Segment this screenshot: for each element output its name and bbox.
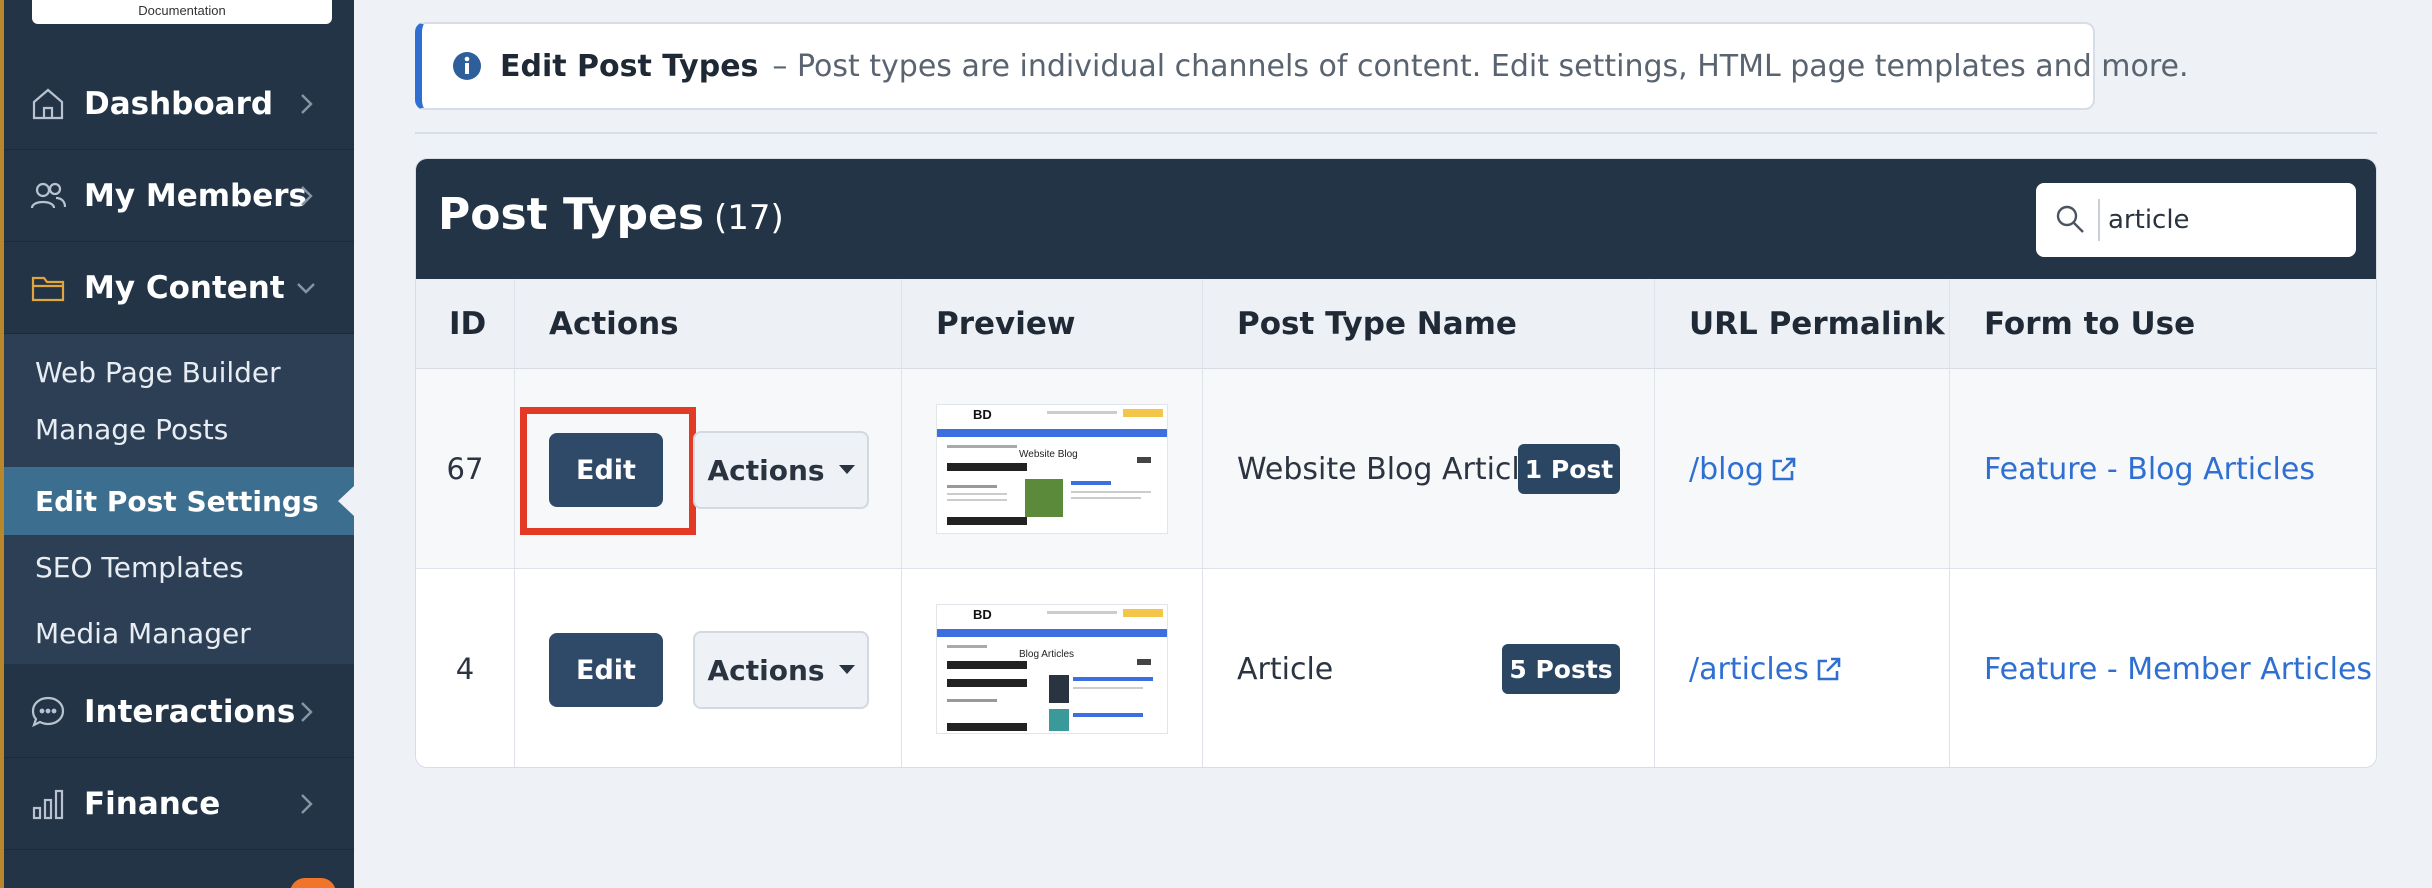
notification-badge xyxy=(290,878,336,888)
banner-text: – Post types are individual channels of … xyxy=(772,48,2189,84)
actions-label: Actions xyxy=(707,653,825,687)
chevron-right-icon xyxy=(294,790,318,818)
form-link[interactable]: Feature - Blog Articles xyxy=(1984,369,2315,569)
column-divider xyxy=(901,279,902,767)
submenu-item-manage-posts[interactable]: Manage Posts xyxy=(4,401,354,457)
table-row: 4 Edit Actions BD Blog Articles Article … xyxy=(416,569,2376,767)
post-count-badge[interactable]: 5 Posts xyxy=(1502,644,1620,694)
search-box[interactable] xyxy=(2036,183,2356,257)
logo-text: Documentation xyxy=(138,3,226,18)
column-divider xyxy=(514,279,515,767)
sidebar-item-label: My Members xyxy=(84,177,307,214)
search-icon xyxy=(2054,203,2086,235)
chevron-right-icon xyxy=(294,182,318,210)
submenu-item-label: Media Manager xyxy=(35,616,251,650)
column-header-url-permalink[interactable]: URL Permalink xyxy=(1689,279,1945,369)
post-type-count: (17) xyxy=(714,198,784,238)
svg-text:BD: BD xyxy=(973,607,992,622)
caret-down-icon xyxy=(838,465,855,475)
sidebar-item-label: Interactions xyxy=(84,693,296,730)
external-link-icon xyxy=(1770,455,1798,483)
row-id: 4 xyxy=(455,652,475,686)
submenu-item-seo-templates[interactable]: SEO Templates xyxy=(4,539,354,595)
column-header-actions: Actions xyxy=(549,306,679,342)
users-icon xyxy=(30,178,67,214)
form-link[interactable]: Feature - Member Articles xyxy=(1984,569,2372,767)
permalink-link[interactable]: /articles xyxy=(1689,569,1843,767)
submenu-item-web-page-builder[interactable]: Web Page Builder xyxy=(4,344,354,400)
submenu-item-label: Web Page Builder xyxy=(35,355,281,389)
post-type-name: Website Blog Article xyxy=(1237,451,1539,487)
post-types-panel: Post Types(17) ID Actions Preview Post T… xyxy=(415,158,2377,768)
post-type-name: Article xyxy=(1237,651,1334,687)
preview-heading: Blog Articles xyxy=(1019,649,1074,660)
submenu-item-label: Manage Posts xyxy=(35,412,229,446)
sidebar-item-my-content[interactable]: My Content xyxy=(4,242,354,334)
submenu-item-edit-post-settings[interactable]: Edit Post Settings xyxy=(4,467,354,535)
submenu-item-label: Edit Post Settings xyxy=(35,484,319,518)
table-header: ID Actions Preview Post Type Name URL Pe… xyxy=(416,279,2376,369)
svg-text:BD: BD xyxy=(973,407,992,422)
column-divider xyxy=(1949,279,1950,767)
column-divider xyxy=(1654,279,1655,767)
post-count-badge[interactable]: 1 Post xyxy=(1518,444,1620,494)
sidebar-item-label: Finance xyxy=(84,785,221,822)
column-header-post-type-name[interactable]: Post Type Name xyxy=(1237,279,1517,369)
external-link-icon xyxy=(1815,655,1843,683)
panel-title: Post Types (17) xyxy=(438,189,784,240)
divider xyxy=(415,132,2377,134)
sidebar-item-label: Dashboard xyxy=(84,85,274,122)
search-input[interactable] xyxy=(2108,201,2338,239)
sidebar-item-finance[interactable]: Finance xyxy=(4,758,354,850)
sidebar-item-interactions[interactable]: Interactions xyxy=(4,666,354,758)
bar-chart-icon xyxy=(30,786,66,822)
table-row: 67 Edit Actions BD Website Blog Website … xyxy=(416,369,2376,569)
sidebar-item-label: My Content xyxy=(84,269,285,306)
my-content-submenu: Web Page Builder Manage Posts Edit Post … xyxy=(4,334,354,664)
permalink-link[interactable]: /blog xyxy=(1689,369,1798,569)
actions-dropdown-button[interactable]: Actions xyxy=(693,631,869,709)
edit-button[interactable]: Edit xyxy=(549,633,663,707)
preview-heading: Website Blog xyxy=(1019,449,1078,460)
banner-title: Edit Post Types xyxy=(500,48,759,84)
sidebar-item-dashboard[interactable]: Dashboard xyxy=(4,58,354,150)
panel-title-text: Post Types xyxy=(438,189,705,240)
permalink-text: /articles xyxy=(1689,651,1809,687)
column-divider xyxy=(1202,279,1203,767)
chevron-right-icon xyxy=(294,698,318,726)
submenu-item-media-manager[interactable]: Media Manager xyxy=(4,605,354,661)
edit-button[interactable]: Edit xyxy=(549,433,663,507)
chevron-right-icon xyxy=(294,90,318,118)
actions-dropdown-button[interactable]: Actions xyxy=(693,431,869,509)
sidebar: Documentation Dashboard My Members My Co… xyxy=(0,0,354,888)
preview-thumbnail[interactable]: BD Website Blog xyxy=(936,404,1168,534)
home-icon xyxy=(30,86,66,122)
caret-down-icon xyxy=(838,665,855,675)
chat-icon xyxy=(30,694,66,730)
folder-icon xyxy=(30,270,66,306)
column-header-id[interactable]: ID xyxy=(449,279,486,369)
row-id: 67 xyxy=(446,452,484,486)
search-separator xyxy=(2098,199,2100,241)
panel-header: Post Types (17) xyxy=(416,159,2376,279)
logo[interactable]: Documentation xyxy=(32,0,332,24)
info-banner: Edit Post Types – Post types are individ… xyxy=(415,22,2189,110)
chevron-down-icon xyxy=(294,274,318,302)
permalink-text: /blog xyxy=(1689,451,1764,487)
preview-thumbnail[interactable]: BD Blog Articles xyxy=(936,604,1168,734)
column-header-form-to-use[interactable]: Form to Use xyxy=(1984,279,2195,369)
column-header-preview: Preview xyxy=(936,306,1076,342)
actions-label: Actions xyxy=(707,453,825,487)
info-icon xyxy=(452,51,482,81)
sidebar-item-my-members[interactable]: My Members xyxy=(4,150,354,242)
submenu-item-label: SEO Templates xyxy=(35,550,244,584)
